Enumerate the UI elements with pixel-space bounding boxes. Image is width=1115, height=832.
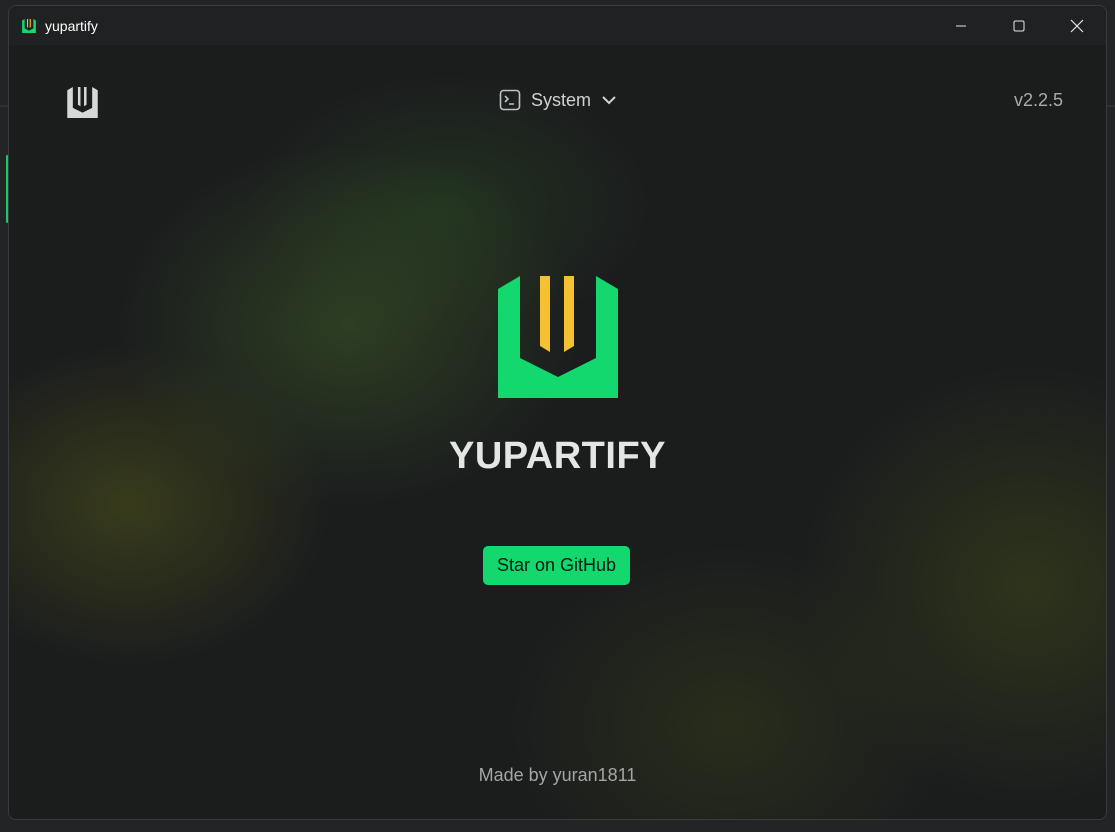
maximize-icon [1013,20,1025,31]
terminal-icon [499,89,521,111]
close-icon [1070,19,1084,32]
app-logo-icon[interactable] [67,87,98,118]
maximize-button[interactable] [990,6,1048,45]
footer-credit: Made by yuran1811 [478,765,637,785]
chevron-down-icon [602,96,616,105]
app-name-heading: YUPARTIFY [448,435,667,477]
minimize-button[interactable] [932,6,990,45]
app-logo [498,276,618,398]
main-content: System v2.2.5 YUPARTIFY Star on GitHub M… [9,45,1106,819]
app-window: yupartify System v2.2.5 YUPARTIFY Star o… [8,5,1107,820]
title-bar[interactable]: yupartify [9,6,1106,45]
minimize-icon [956,25,966,26]
window-title: yupartify [45,17,98,34]
close-button[interactable] [1048,6,1106,45]
star-on-github-button[interactable]: Star on GitHub [483,546,630,585]
shell-selector[interactable]: System [499,89,617,111]
window-controls [932,6,1106,45]
app-logo-icon [21,18,37,34]
shell-selector-label: System [531,89,592,110]
version-label: v2.2.5 [1013,90,1063,110]
